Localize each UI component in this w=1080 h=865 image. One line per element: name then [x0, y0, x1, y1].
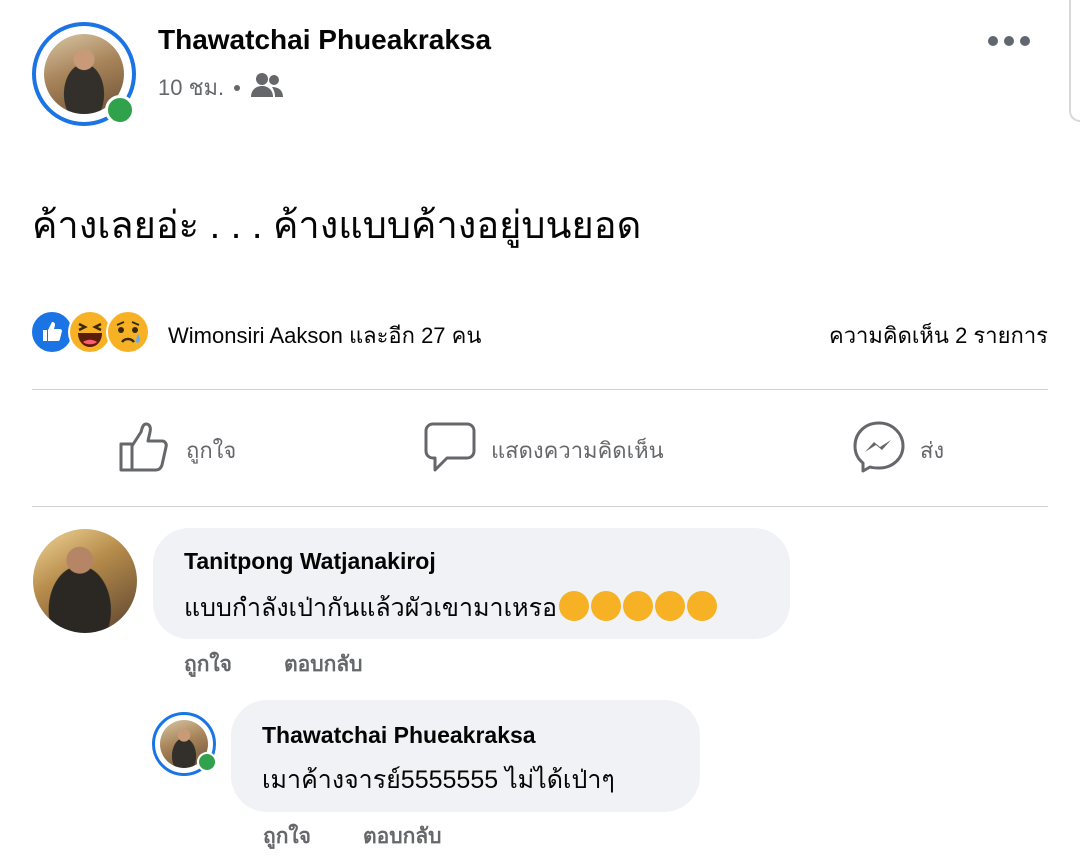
comment-text-line: แบบกำลังเป่ากันแล้วผัวเขามาเหรอ	[184, 588, 718, 628]
like-label: ถูกใจ	[186, 437, 237, 463]
reaction-icons[interactable]	[30, 310, 150, 354]
reply-actions: ถูกใจ ตอบกลับ	[263, 820, 442, 853]
comment-icon	[423, 420, 477, 480]
comment-text: แบบกำลังเป่ากันแล้วผัวเขามาเหรอ	[184, 594, 558, 622]
post-author-name[interactable]: Thawatchai Phueakraksa	[158, 24, 491, 56]
comment-author[interactable]: Tanitpong Watjanakiroj	[184, 548, 436, 575]
reply-bubble: Thawatchai Phueakraksa เมาค้างจารย์55555…	[231, 700, 700, 812]
laughing-emoji-icon	[687, 591, 718, 622]
reply-text: เมาค้างจารย์5555555 ไม่ได้เป่าๆ	[262, 766, 615, 794]
window-edge	[1069, 0, 1080, 122]
thumbs-up-icon	[118, 420, 172, 480]
send-button[interactable]: ส่ง	[852, 420, 944, 480]
messenger-icon	[852, 420, 906, 480]
reply-author[interactable]: Thawatchai Phueakraksa	[262, 722, 536, 749]
like-button[interactable]: ถูกใจ	[118, 420, 236, 480]
reaction-summary[interactable]: Wimonsiri Aakson และอีก 27 คน	[168, 318, 481, 353]
post-text: ค้างเลยอ่ะ . . . ค้างแบบค้างอยู่บนยอด	[32, 205, 642, 247]
rolling-laugh-emoji-icon	[591, 591, 622, 622]
online-status-dot	[105, 95, 135, 125]
laughing-emoji-icon	[655, 591, 686, 622]
reply-like-link[interactable]: ถูกใจ	[263, 820, 311, 853]
divider-top	[32, 389, 1048, 390]
reply-reply-link[interactable]: ตอบกลับ	[363, 820, 442, 853]
comment-count[interactable]: ความคิดเห็น 2 รายการ	[829, 318, 1048, 353]
post-meta: 10 ชม.	[158, 70, 284, 105]
rolling-laugh-emoji-icon	[559, 591, 590, 622]
post-time[interactable]: 10 ชม.	[158, 70, 224, 105]
comment-bubble: Tanitpong Watjanakiroj แบบกำลังเป่ากันแล…	[153, 528, 790, 639]
rolling-laugh-emoji-icon	[623, 591, 654, 622]
meta-separator	[234, 84, 241, 91]
commenter-avatar[interactable]	[33, 529, 137, 633]
reply-online-status-dot	[197, 752, 217, 772]
send-label: ส่ง	[920, 437, 945, 463]
sad-reaction-icon	[106, 310, 150, 354]
friends-icon	[250, 72, 284, 104]
comment-button[interactable]: แสดงความคิดเห็น	[423, 420, 664, 480]
comment-actions: ถูกใจ ตอบกลับ	[184, 648, 363, 681]
comment-reply-link[interactable]: ตอบกลับ	[284, 648, 363, 681]
comment-label: แสดงความคิดเห็น	[491, 437, 664, 463]
divider-bottom	[32, 506, 1048, 507]
comment-like-link[interactable]: ถูกใจ	[184, 648, 232, 681]
more-options-icon[interactable]	[988, 36, 1030, 46]
